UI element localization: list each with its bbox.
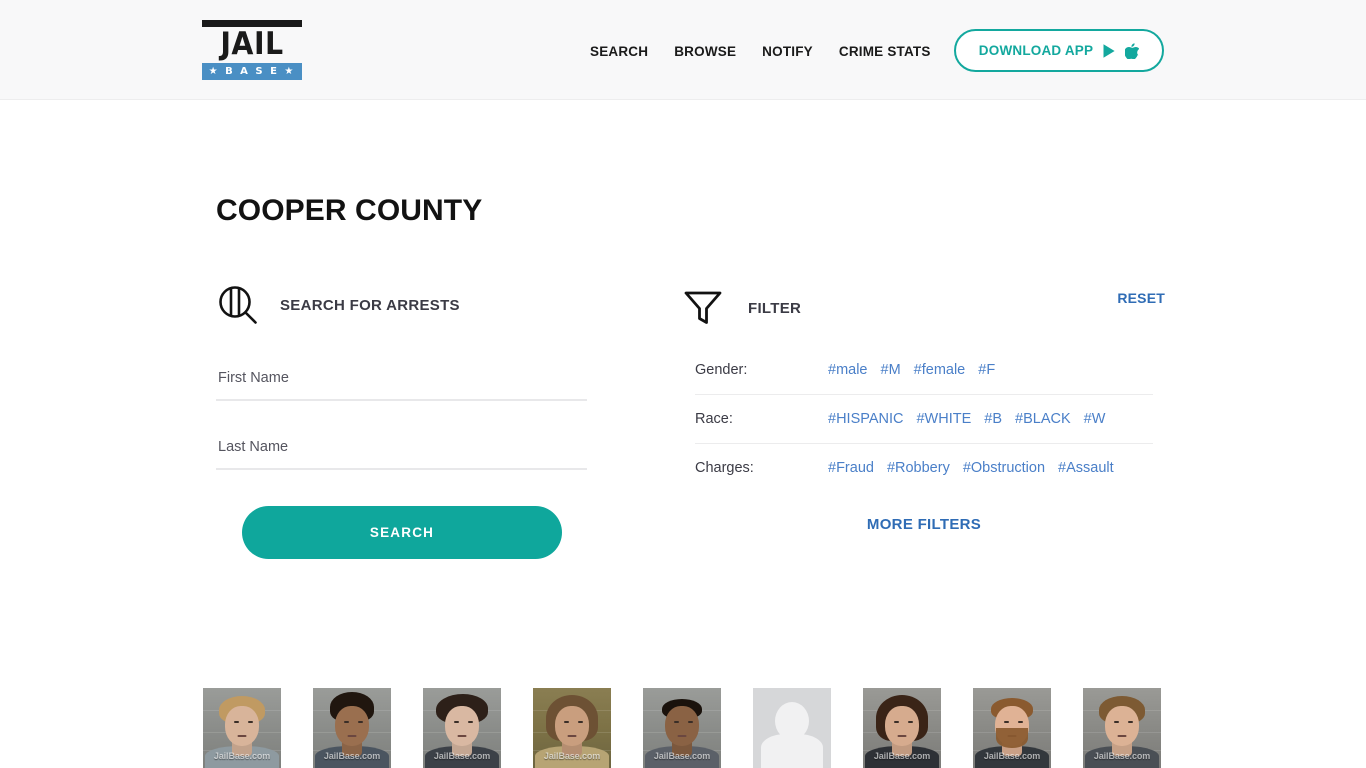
mugshot-eye xyxy=(688,721,693,723)
filter-label-gender: Gender: xyxy=(695,362,748,378)
mugshot-face xyxy=(665,706,699,746)
store-icon-group xyxy=(1102,42,1140,59)
nav-item-crime-stats[interactable]: CRIME STATS xyxy=(839,44,931,59)
filter-tag-fraud[interactable]: #Fraud xyxy=(828,458,874,478)
jail-search-icon xyxy=(216,283,260,327)
mugshot-beard xyxy=(996,728,1028,748)
site-header: JAIL ★ B A S E ★ SEARCH BROWSE NOTIFY CR… xyxy=(0,0,1366,100)
search-for-arrests-panel: SEARCH FOR ARRESTS SEARCH xyxy=(216,278,588,559)
search-panel-header: SEARCH FOR ARRESTS xyxy=(216,278,588,332)
mugshot-mouth xyxy=(1117,735,1127,737)
filter-row-race: Race: #HISPANIC #WHITE #B #BLACK #W xyxy=(695,394,1153,443)
filter-row-charges: Charges: #Fraud #Robbery #Obstruction #A… xyxy=(695,443,1153,492)
last-name-input[interactable] xyxy=(216,426,587,468)
mugshot-thumbnail[interactable]: JailBase.com xyxy=(423,688,501,768)
filter-tag-black[interactable]: #BLACK xyxy=(1015,409,1071,429)
recent-arrests-mugshot-strip: JailBase.com JailBase.com JailBase.com Jail… xyxy=(203,688,1163,768)
mugshot-face xyxy=(225,706,259,746)
search-submit-button[interactable]: SEARCH xyxy=(242,506,562,559)
filter-tags-race: #HISPANIC #WHITE #B #BLACK #W xyxy=(828,409,1105,429)
filter-label-race: Race: xyxy=(695,411,733,427)
site-logo[interactable]: JAIL ★ B A S E ★ xyxy=(202,20,302,80)
more-filters-link[interactable]: MORE FILTERS xyxy=(683,516,1165,533)
filter-panel-header: FILTER RESET xyxy=(683,282,1165,334)
google-play-icon xyxy=(1103,43,1115,58)
logo-jail-text: JAIL xyxy=(220,26,284,62)
mugshot-mouth xyxy=(347,735,357,737)
nav-item-notify[interactable]: NOTIFY xyxy=(762,44,813,59)
last-name-field-wrapper xyxy=(216,426,587,470)
mugshot-thumbnail[interactable] xyxy=(753,688,831,768)
mugshot-thumbnail[interactable]: JailBase.com xyxy=(643,688,721,768)
filter-label-charges: Charges: xyxy=(695,460,754,476)
mugshot-thumbnail[interactable]: JailBase.com xyxy=(533,688,611,768)
mugshot-thumbnail[interactable]: JailBase.com xyxy=(1083,688,1161,768)
mugshot-thumbnail[interactable]: JailBase.com xyxy=(203,688,281,768)
mugshot-mouth xyxy=(567,735,577,737)
mugshot-eye xyxy=(894,721,899,723)
mugshot-eye xyxy=(454,721,459,723)
mugshot-eye xyxy=(1004,721,1009,723)
mugshot-face xyxy=(555,706,589,746)
mugshot-eye xyxy=(1018,721,1023,723)
search-panel-title: SEARCH FOR ARRESTS xyxy=(280,296,460,314)
mugshot-face xyxy=(1105,706,1139,746)
mugshot-mouth xyxy=(457,735,467,737)
filter-panel-title: FILTER xyxy=(748,299,802,317)
mugshot-eye xyxy=(1128,721,1133,723)
mugshot-eye xyxy=(234,721,239,723)
mugshot-mouth xyxy=(677,735,687,737)
filter-panel: FILTER RESET Gender: #male #M #female #F… xyxy=(683,282,1165,533)
download-app-button[interactable]: DOWNLOAD APP xyxy=(954,29,1164,72)
mugshot-face xyxy=(445,706,479,746)
first-name-field-wrapper xyxy=(216,357,587,401)
nav-item-browse[interactable]: BROWSE xyxy=(674,44,736,59)
filter-tags-gender: #male #M #female #F xyxy=(828,360,995,380)
mugshot-eye xyxy=(908,721,913,723)
main-navigation: SEARCH BROWSE NOTIFY CRIME STATS xyxy=(590,38,931,64)
filter-tag-f[interactable]: #F xyxy=(978,360,995,380)
filter-rows: Gender: #male #M #female #F Race: #HISPA… xyxy=(695,346,1153,492)
mugshot-thumbnail[interactable]: JailBase.com xyxy=(863,688,941,768)
mugshot-eye xyxy=(358,721,363,723)
filter-tag-white[interactable]: #WHITE xyxy=(916,409,971,429)
mugshot-mouth xyxy=(237,735,247,737)
reset-filters-link[interactable]: RESET xyxy=(1117,290,1165,306)
mugshot-eye xyxy=(468,721,473,723)
filter-tag-b[interactable]: #B xyxy=(984,409,1002,429)
mugshot-thumbnail[interactable]: JailBase.com xyxy=(313,688,391,768)
filter-tag-assault[interactable]: #Assault xyxy=(1058,458,1114,478)
mugshot-face xyxy=(885,706,919,746)
mugshot-eye xyxy=(344,721,349,723)
funnel-icon xyxy=(683,289,723,327)
filter-tag-w[interactable]: #W xyxy=(1084,409,1106,429)
apple-icon xyxy=(1125,42,1140,59)
placeholder-body-icon xyxy=(761,734,823,768)
first-name-input[interactable] xyxy=(216,357,587,399)
filter-tag-m[interactable]: #M xyxy=(881,360,901,380)
mugshot-eye xyxy=(248,721,253,723)
filter-tag-obstruction[interactable]: #Obstruction xyxy=(963,458,1045,478)
mugshot-eye xyxy=(674,721,679,723)
mugshot-thumbnail[interactable]: JailBase.com xyxy=(973,688,1051,768)
filter-tags-charges: #Fraud #Robbery #Obstruction #Assault xyxy=(828,458,1114,478)
filter-tag-male[interactable]: #male xyxy=(828,360,868,380)
filter-row-gender: Gender: #male #M #female #F xyxy=(695,346,1153,394)
mugshot-face xyxy=(335,706,369,746)
download-app-label: DOWNLOAD APP xyxy=(978,43,1094,58)
logo-base-text: ★ B A S E ★ xyxy=(202,63,302,80)
page-title: COOPER COUNTY xyxy=(216,194,483,227)
filter-tag-hispanic[interactable]: #HISPANIC xyxy=(828,409,903,429)
mugshot-mouth xyxy=(897,735,907,737)
filter-tag-female[interactable]: #female xyxy=(914,360,966,380)
mugshot-eye xyxy=(1114,721,1119,723)
mugshot-eye xyxy=(578,721,583,723)
mugshot-eye xyxy=(564,721,569,723)
nav-item-search[interactable]: SEARCH xyxy=(590,44,648,59)
filter-tag-robbery[interactable]: #Robbery xyxy=(887,458,950,478)
